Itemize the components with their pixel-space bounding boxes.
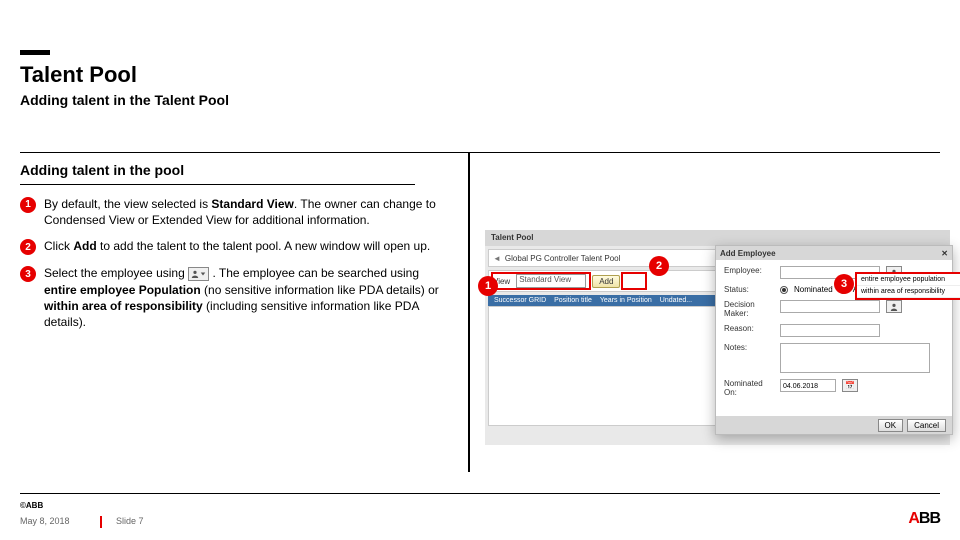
vertical-divider [468, 152, 470, 472]
dropdown-option[interactable]: entire employee population [857, 274, 960, 286]
panel-title: Talent Pool [485, 230, 950, 246]
step-2: 2 Click Add to add the talent to the tal… [20, 238, 440, 255]
page-subtitle: Adding talent in the Talent Pool [20, 92, 229, 108]
calendar-icon[interactable]: 📅 [842, 379, 858, 392]
page-title: Talent Pool [20, 62, 137, 88]
toolbar-title: Global PG Controller Talent Pool [505, 254, 620, 263]
footer-divider [20, 493, 940, 494]
tab[interactable]: Successor GRID [494, 297, 546, 304]
back-icon[interactable]: ◄ [493, 254, 501, 263]
decision-maker-row: Decision Maker: [724, 300, 944, 318]
add-button[interactable]: Add [592, 275, 620, 288]
divider [20, 152, 940, 153]
step-bullet: 2 [20, 239, 36, 255]
footer-date: May 8, 2018 [20, 516, 70, 526]
callout-3: 3 [834, 274, 854, 294]
slide-number: Slide 7 [116, 516, 144, 526]
dialog-footer: OK Cancel [716, 416, 952, 434]
nominated-radio[interactable] [780, 286, 788, 294]
reason-input[interactable] [780, 324, 880, 337]
step-text: By default, the view selected is Standar… [44, 196, 440, 228]
dropdown-option[interactable]: within area of responsibility [857, 286, 960, 298]
section-heading: Adding talent in the pool [20, 162, 184, 178]
notes-label: Notes: [724, 343, 776, 352]
reason-row: Reason: [724, 324, 944, 337]
ok-button[interactable]: OK [878, 419, 904, 432]
person-picker-icon [188, 267, 209, 281]
step-text: Select the employee using . The employee… [44, 265, 440, 330]
step-bullet: 3 [20, 266, 36, 282]
nominated-label: Nominated [794, 285, 833, 294]
status-label: Status: [724, 285, 776, 294]
decision-maker-picker[interactable] [886, 300, 902, 313]
section-underline [20, 184, 415, 185]
reason-label: Reason: [724, 324, 776, 333]
tab[interactable]: Position title [554, 297, 592, 304]
decision-maker-input[interactable] [780, 300, 880, 313]
employee-scope-dropdown[interactable]: entire employee population within area o… [855, 272, 960, 300]
tab[interactable]: Undated... [660, 297, 692, 304]
employee-label: Employee: [724, 266, 776, 275]
view-select[interactable]: Standard View [516, 274, 586, 288]
nominated-on-row: Nominated On: 04.06.2018 📅 [724, 379, 944, 397]
step-3: 3 Select the employee using . The employ… [20, 265, 440, 330]
copyright: ©ABB [20, 501, 43, 510]
date-input[interactable]: 04.06.2018 [780, 379, 836, 392]
notes-textarea[interactable] [780, 343, 930, 373]
instruction-list: 1 By default, the view selected is Stand… [20, 196, 440, 340]
abb-logo: ABB [908, 510, 940, 528]
decision-maker-label: Decision Maker: [724, 300, 776, 318]
footer-red-bar [100, 516, 102, 528]
step-text: Click Add to add the talent to the talen… [44, 238, 440, 255]
callout-1: 1 [478, 276, 498, 296]
dialog-title: Add Employee [720, 249, 776, 258]
nominated-on-label: Nominated On: [724, 379, 776, 397]
cancel-button[interactable]: Cancel [907, 419, 946, 432]
step-1: 1 By default, the view selected is Stand… [20, 196, 440, 228]
close-icon[interactable]: ✕ [941, 249, 948, 258]
highlight-add [621, 272, 647, 290]
step-bullet: 1 [20, 197, 36, 213]
header-dash [20, 50, 50, 55]
tab[interactable]: Years in Position [600, 297, 652, 304]
dialog-header: Add Employee ✕ [716, 246, 952, 260]
notes-row: Notes: [724, 343, 944, 373]
callout-2: 2 [649, 256, 669, 276]
